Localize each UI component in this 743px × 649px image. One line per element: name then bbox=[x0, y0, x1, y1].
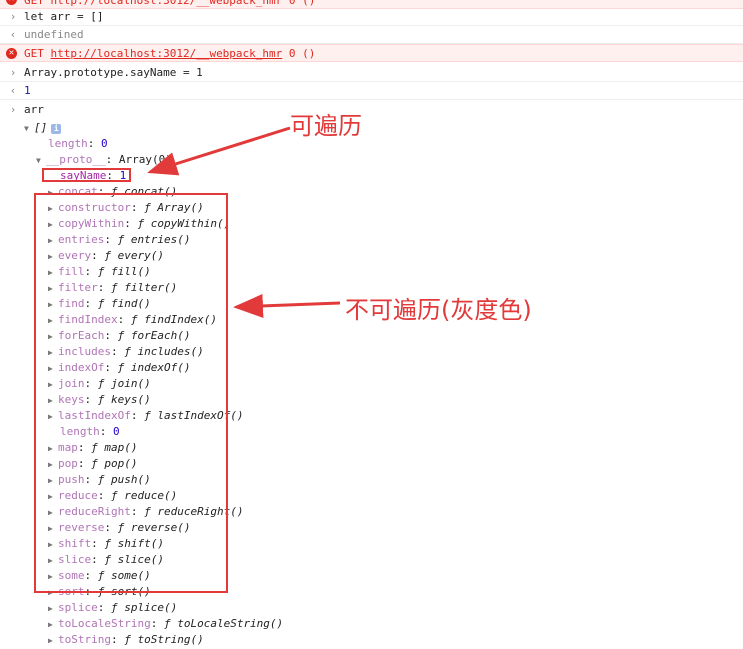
arrow-to-enumerable bbox=[147, 126, 291, 176]
arrow-to-non-enumerable bbox=[233, 293, 341, 318]
non-enumerable-annotation-label: 不可遍历(灰度色) bbox=[345, 296, 532, 324]
devtools-console: ✕ GET http://localhost:3012/__webpack_hm… bbox=[0, 0, 743, 646]
enumerable-annotation-label: 可遍历 bbox=[290, 112, 362, 140]
